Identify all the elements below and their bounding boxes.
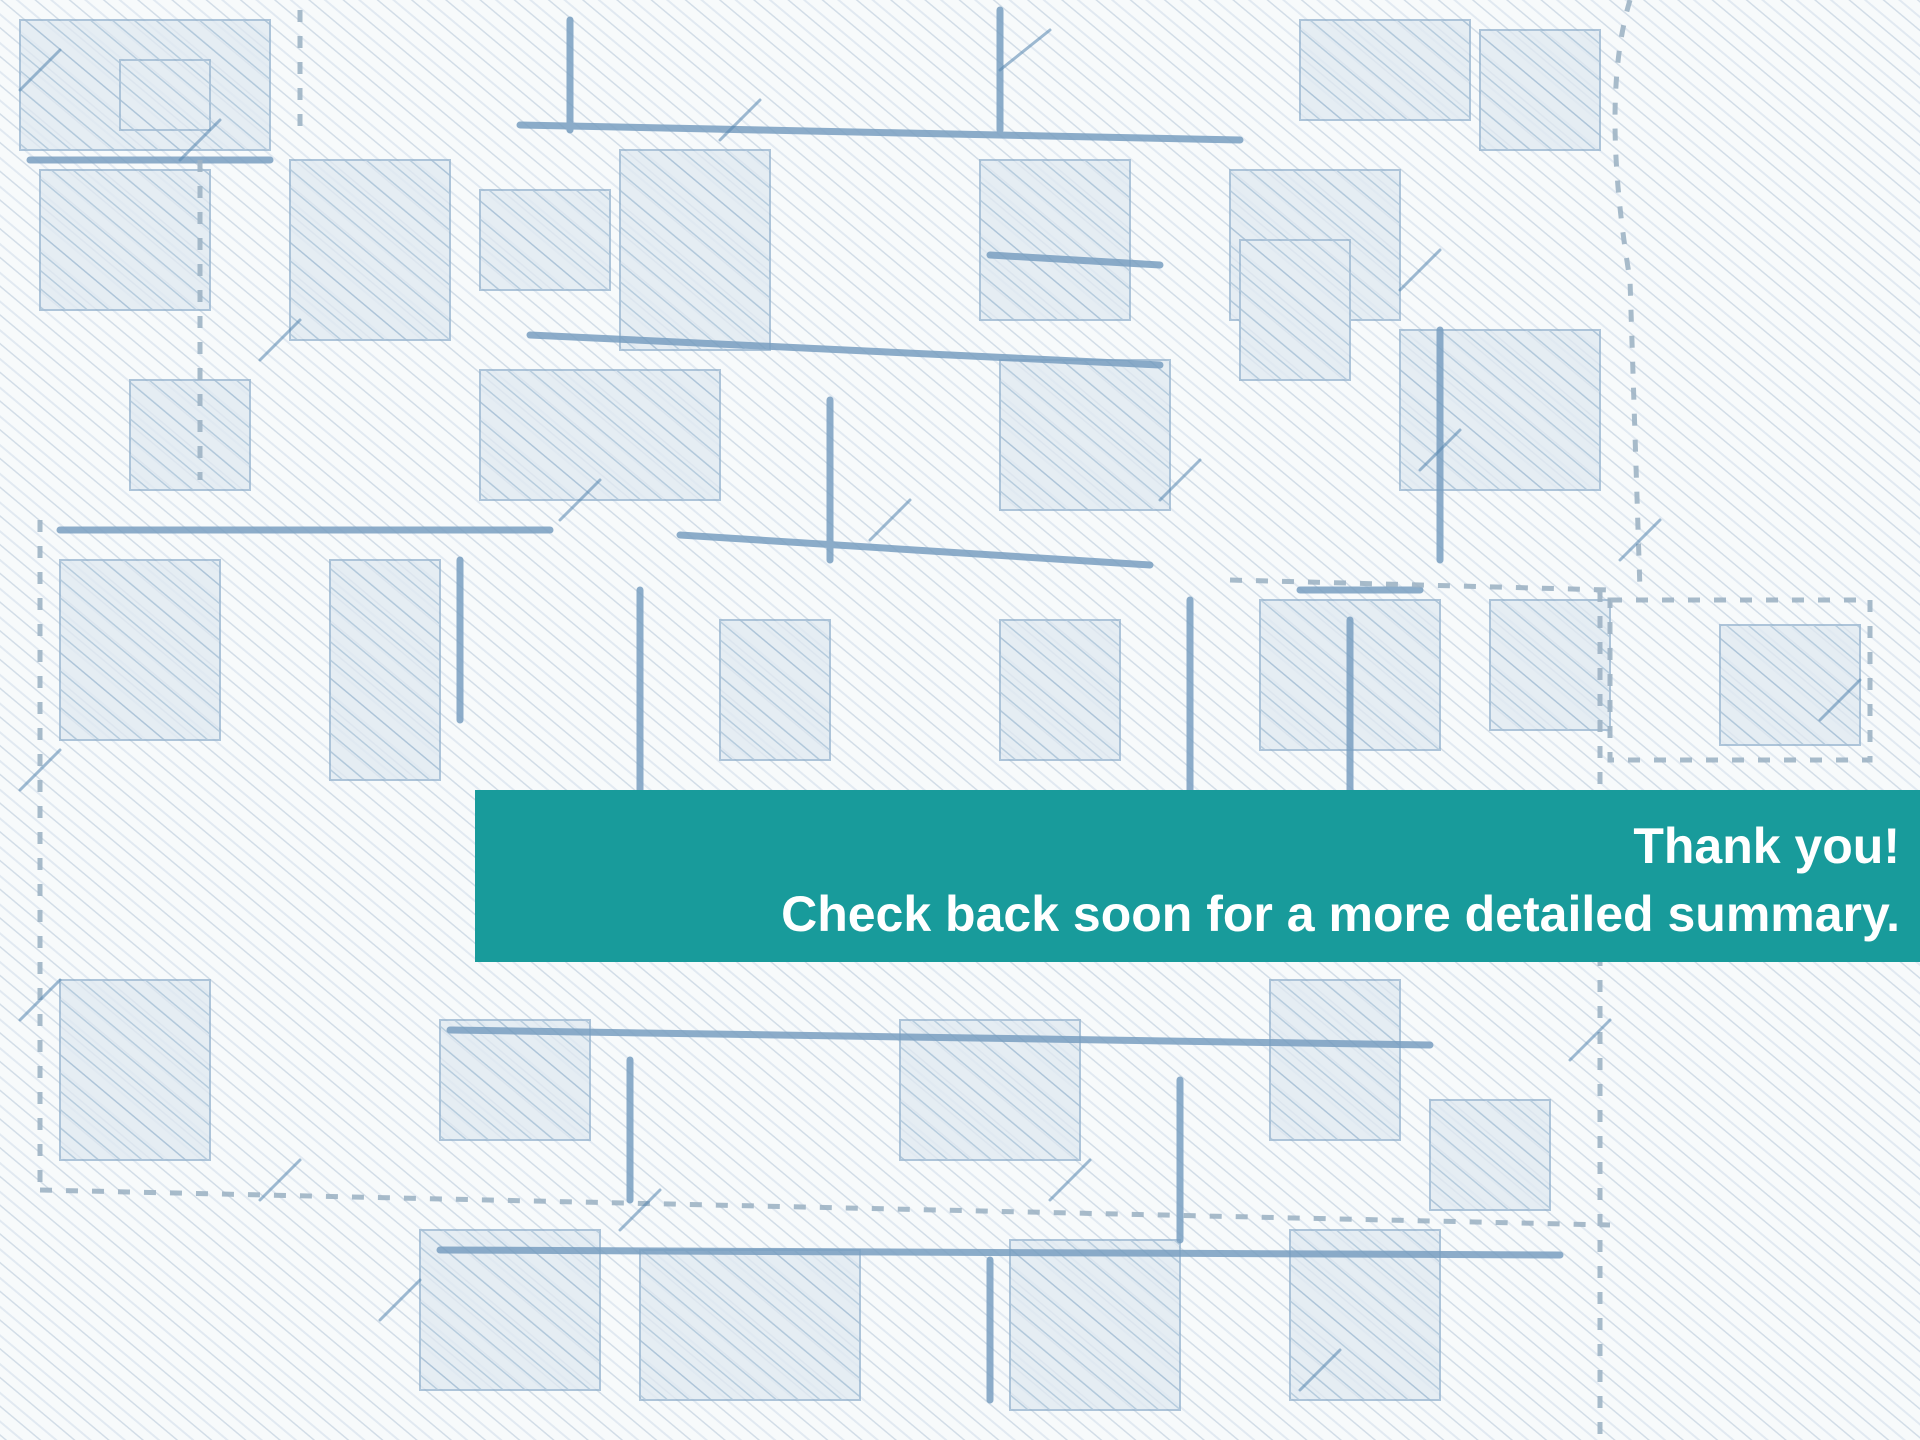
banner-title: Thank you!: [1633, 818, 1900, 874]
sketch-map-background: [0, 0, 1920, 1440]
banner-message: Check back soon for a more detailed summ…: [781, 886, 1900, 942]
thank-you-banner: Thank you! Check back soon for a more de…: [475, 790, 1920, 962]
slide: Thank you! Check back soon for a more de…: [0, 0, 1920, 1440]
